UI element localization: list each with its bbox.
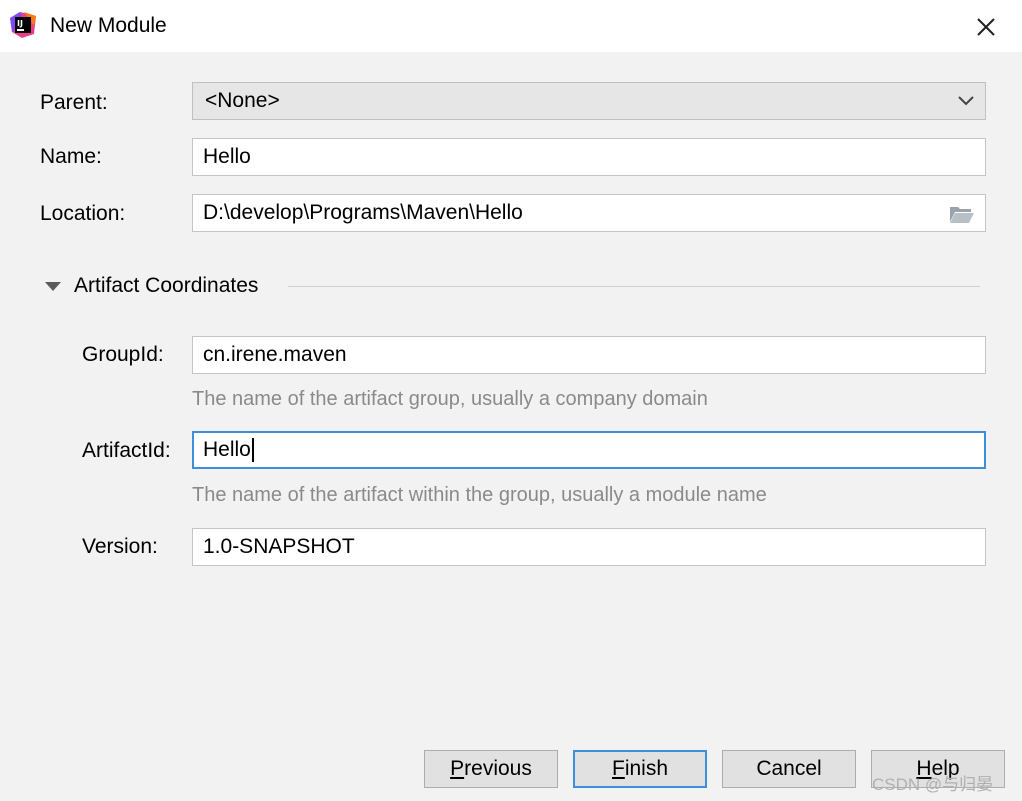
section-divider bbox=[288, 286, 980, 287]
location-input-value: D:\develop\Programs\Maven\Hello bbox=[203, 201, 523, 224]
artifactid-hint: The name of the artifact within the grou… bbox=[192, 484, 767, 506]
parent-select[interactable]: <None> bbox=[192, 82, 986, 120]
name-input-value: Hello bbox=[203, 145, 251, 168]
location-input[interactable]: D:\develop\Programs\Maven\Hello bbox=[192, 194, 986, 232]
watermark: CSDN @与归晏 bbox=[872, 775, 994, 794]
artifactid-label: ArtifactId: bbox=[82, 439, 171, 462]
svg-text:IJ: IJ bbox=[17, 19, 23, 28]
groupid-hint: The name of the artifact group, usually … bbox=[192, 388, 708, 410]
previous-mnemonic: P bbox=[450, 757, 465, 780]
finish-mnemonic: F bbox=[611, 757, 625, 780]
version-input-value: 1.0-SNAPSHOT bbox=[203, 535, 355, 558]
version-label: Version: bbox=[82, 535, 158, 558]
finish-button[interactable]: Finish bbox=[573, 750, 707, 788]
groupid-label: GroupId: bbox=[82, 343, 164, 366]
groupid-input-value: cn.irene.maven bbox=[203, 343, 347, 366]
finish-label-rest: inish bbox=[624, 757, 669, 780]
folder-icon[interactable] bbox=[949, 204, 975, 224]
parent-label: Parent: bbox=[40, 91, 108, 114]
chevron-down-icon bbox=[958, 96, 974, 106]
location-label: Location: bbox=[40, 202, 126, 225]
triangle-down-icon bbox=[45, 282, 61, 291]
groupid-input[interactable]: cn.irene.maven bbox=[192, 336, 986, 374]
cancel-label: Cancel bbox=[756, 757, 822, 780]
artifactid-input[interactable]: Hello bbox=[192, 431, 986, 469]
name-input[interactable]: Hello bbox=[192, 138, 986, 176]
name-label: Name: bbox=[40, 145, 102, 168]
title-bar: IJ New Module bbox=[0, 0, 1022, 52]
parent-select-value: <None> bbox=[205, 89, 280, 112]
previous-button[interactable]: Previous bbox=[424, 750, 558, 788]
text-cursor bbox=[251, 438, 254, 463]
version-input[interactable]: 1.0-SNAPSHOT bbox=[192, 528, 986, 566]
dialog-title: New Module bbox=[50, 14, 167, 37]
artifact-coordinates-label: Artifact Coordinates bbox=[74, 274, 259, 297]
artifactid-input-value: Hello bbox=[203, 438, 251, 461]
close-icon[interactable] bbox=[972, 13, 1000, 41]
intellij-idea-icon: IJ bbox=[10, 12, 36, 38]
cancel-button[interactable]: Cancel bbox=[722, 750, 856, 788]
previous-label-rest: revious bbox=[464, 757, 532, 780]
